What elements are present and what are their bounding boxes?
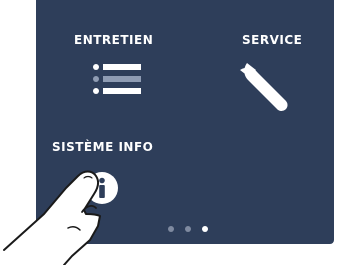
menu-item-entretien-label: ENTRETIEN: [74, 33, 154, 47]
page-indicator: [168, 226, 208, 232]
info-icon: [86, 172, 118, 204]
page-dot[interactable]: [168, 226, 174, 232]
list-icon: [93, 64, 141, 94]
wrench-icon: [240, 63, 288, 112]
touch-screen: ENTRETIEN SERVICE SISTÈME INFO: [36, 0, 334, 244]
page-dot[interactable]: [202, 226, 208, 232]
stage: ENTRETIEN SERVICE SISTÈME INFO: [0, 0, 344, 265]
page-dot[interactable]: [185, 226, 191, 232]
menu-item-service-label: SERVICE: [242, 33, 303, 47]
menu-item-systeme-info-label: SISTÈME INFO: [52, 140, 154, 154]
